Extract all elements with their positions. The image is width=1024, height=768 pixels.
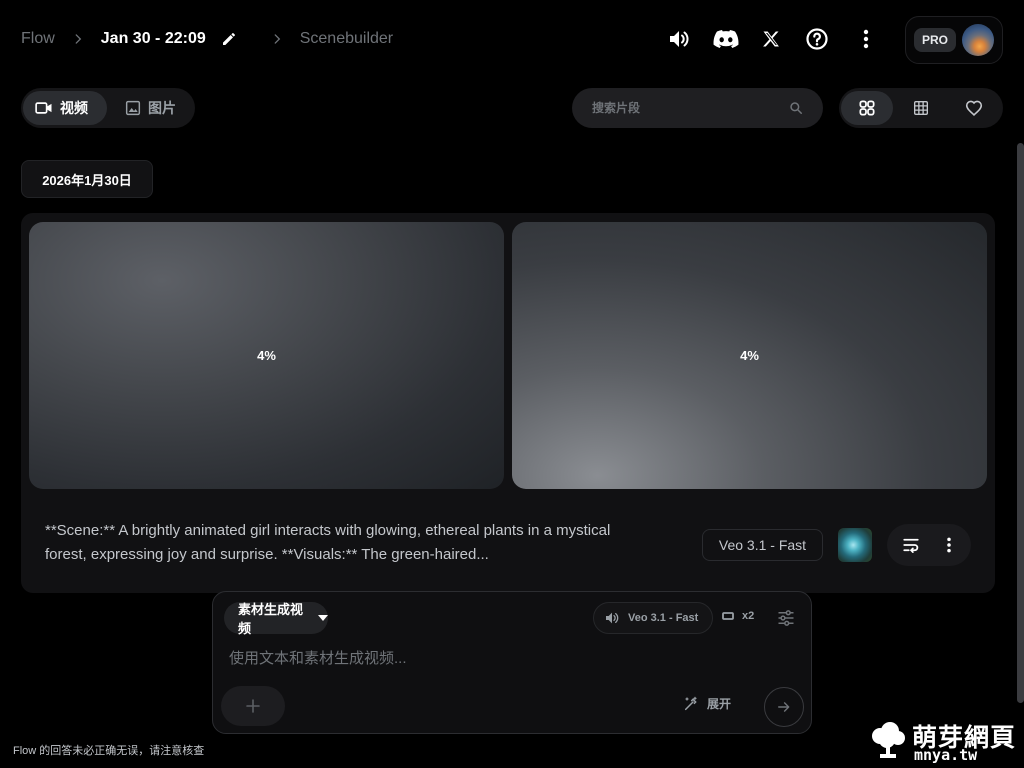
search-icon[interactable] <box>789 101 803 115</box>
expand-button[interactable]: 展开 <box>683 695 731 712</box>
progress-label: 4% <box>257 348 276 363</box>
more-vert-icon[interactable] <box>937 533 961 557</box>
favorite-icon[interactable] <box>948 91 1000 125</box>
chevron-right-icon <box>266 28 288 50</box>
tab-video-label: 视频 <box>60 100 88 116</box>
image-icon <box>125 100 141 116</box>
view-mode-toggle <box>839 88 1003 128</box>
tab-video[interactable]: 视频 <box>23 91 107 125</box>
add-icon <box>245 698 261 714</box>
expand-label: 展开 <box>707 697 732 711</box>
help-icon[interactable] <box>804 26 830 52</box>
tab-image[interactable]: 图片 <box>113 91 191 125</box>
scrollbar-thumb[interactable] <box>1017 143 1024 703</box>
add-asset-button[interactable] <box>221 686 285 726</box>
card-actions <box>887 524 971 566</box>
avatar[interactable] <box>962 24 994 56</box>
prompt-input[interactable] <box>229 647 789 671</box>
volume-icon <box>604 610 620 626</box>
reference-thumbnail[interactable] <box>838 528 872 562</box>
pro-badge: PRO <box>914 28 956 52</box>
search-input[interactable] <box>592 101 772 115</box>
volume-icon[interactable] <box>666 26 692 52</box>
prompt-text[interactable]: **Scene:** A brightly animated girl inte… <box>45 519 655 567</box>
grid-small-icon[interactable] <box>895 91 947 125</box>
prompt-composer: 素材生成视频 Veo 3.1 - Fast x2 展开 <box>212 591 812 734</box>
tune-icon[interactable] <box>776 608 796 628</box>
account-area[interactable]: PRO <box>905 16 1003 64</box>
app-name-link[interactable]: Flow <box>21 30 55 48</box>
send-button[interactable] <box>764 687 804 727</box>
x-logo-icon[interactable] <box>758 26 784 52</box>
scenebuilder-link[interactable]: Scenebuilder <box>300 30 393 48</box>
reuse-prompt-icon[interactable] <box>899 533 923 557</box>
discord-icon[interactable] <box>713 26 739 52</box>
project-title[interactable]: Jan 30 - 22:09 <box>101 30 206 48</box>
top-bar: Flow Jan 30 - 22:09 Scenebuilder PRO <box>0 0 1024 78</box>
grid-large-icon[interactable] <box>841 91 893 125</box>
model-badge: Veo 3.1 - Fast <box>702 529 823 561</box>
breadcrumb: Flow Jan 30 - 22:09 Scenebuilder <box>21 28 393 50</box>
chevron-right-icon <box>67 28 89 50</box>
generation-mode-dropdown[interactable]: 素材生成视频 <box>224 602 328 636</box>
aspect-ratio-icon <box>722 612 734 620</box>
tab-image-label: 图片 <box>148 100 176 116</box>
magic-wand-icon <box>683 696 699 712</box>
edit-icon[interactable] <box>218 28 240 50</box>
more-vert-icon[interactable] <box>853 26 879 52</box>
progress-label: 4% <box>740 348 759 363</box>
search-bar <box>572 88 823 128</box>
model-selector-label: Veo 3.1 - Fast <box>628 612 699 624</box>
date-group-label: 2026年1月30日 <box>21 160 153 198</box>
output-count: x2 <box>742 610 755 622</box>
arrow-forward-icon <box>777 700 791 714</box>
disclaimer-text: Flow 的回答未必正确无误，请注意核查 <box>13 745 205 757</box>
video-tile[interactable]: 4% <box>512 222 987 489</box>
videocam-icon <box>35 101 53 115</box>
tree-logo-icon <box>868 720 908 760</box>
model-selector[interactable]: Veo 3.1 - Fast <box>593 602 713 634</box>
output-settings[interactable]: x2 <box>722 610 754 622</box>
generation-mode-label: 素材生成视频 <box>238 602 304 636</box>
arrow-drop-down-icon <box>318 615 328 621</box>
site-watermark: 萌芽網頁 mnya.tw <box>866 716 1020 766</box>
generation-card: 4% 4% **Scene:** A brightly animated gir… <box>21 213 995 593</box>
video-tile[interactable]: 4% <box>29 222 504 489</box>
watermark-url: mnya.tw <box>914 746 978 764</box>
media-type-tabs: 视频 图片 <box>21 88 195 128</box>
